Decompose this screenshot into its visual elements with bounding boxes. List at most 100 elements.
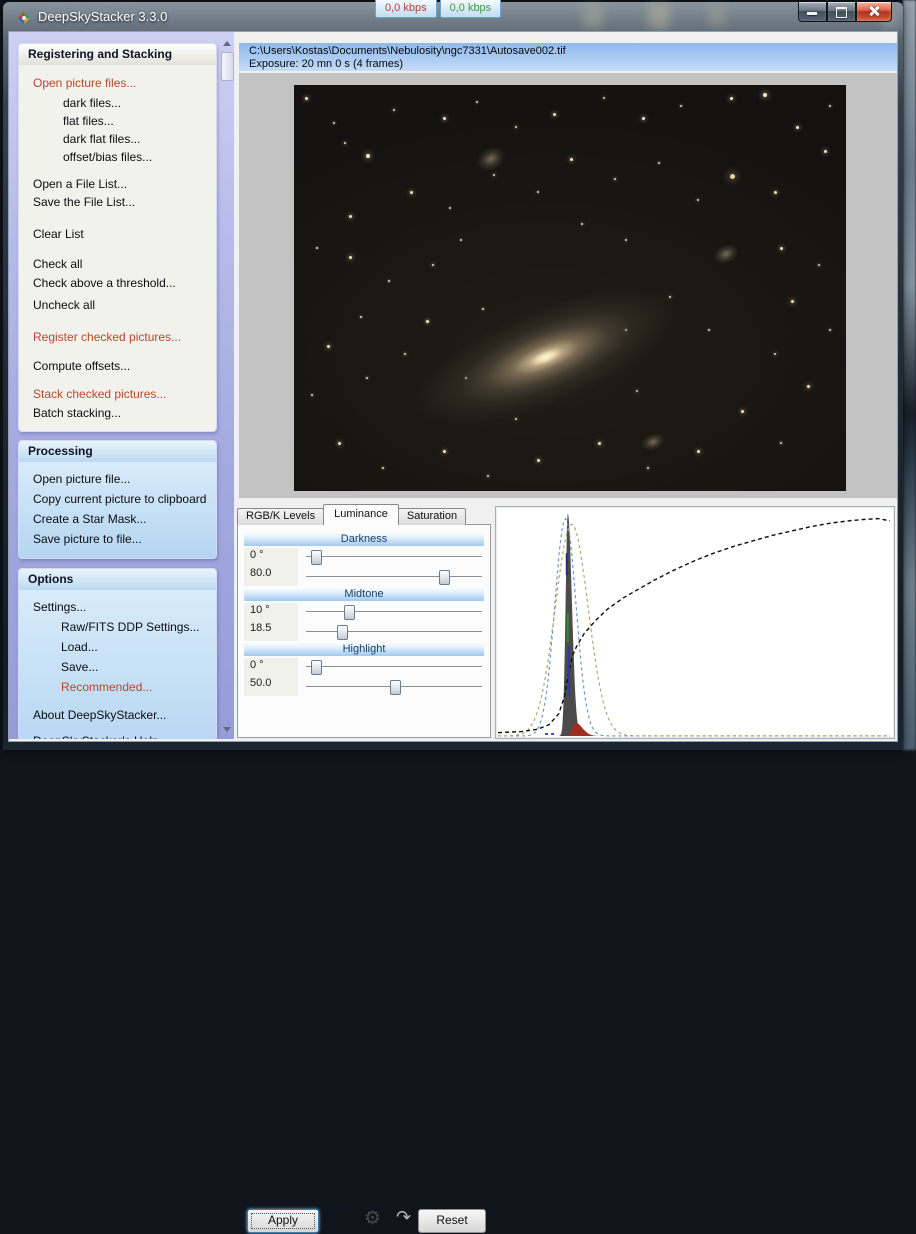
star <box>807 385 810 388</box>
section-body: Open picture files... dark files...flat f… <box>19 65 216 431</box>
sidebar-item[interactable]: Check above a threshold... <box>19 274 216 292</box>
redo-icon: ↷ <box>396 1207 411 1228</box>
level-value: 50.0 <box>250 677 271 689</box>
sidebar-item[interactable]: dark files... <box>19 94 216 112</box>
star <box>382 467 384 469</box>
maximize-button[interactable] <box>827 2 856 22</box>
slider-thumb[interactable] <box>439 570 450 585</box>
sidebar-item[interactable]: Recommended... <box>19 677 216 697</box>
sidebar-item[interactable]: Save... <box>19 657 216 677</box>
star <box>327 345 330 348</box>
star <box>625 239 627 241</box>
window-title: DeepSkyStacker 3.3.0 <box>38 9 167 24</box>
sidebar-item[interactable]: About DeepSkyStacker... <box>19 705 216 725</box>
star <box>487 475 489 477</box>
sidebar-item[interactable]: flat files... <box>19 112 216 130</box>
star <box>680 105 682 107</box>
scroll-down-icon[interactable] <box>223 727 231 732</box>
sidebar-item[interactable]: Stack checked pictures... <box>19 385 216 403</box>
process-gear-icon[interactable]: ⚙ <box>364 1207 381 1230</box>
minimize-button[interactable] <box>798 2 827 22</box>
sidebar-item[interactable]: Raw/FITS DDP Settings... <box>19 617 216 637</box>
star <box>581 223 583 225</box>
sidebar-item[interactable]: Register checked pictures... <box>19 328 216 346</box>
group-band: Midtone <box>244 587 484 601</box>
sidebar-item[interactable]: Save picture to file... <box>19 529 216 549</box>
tab-saturation[interactable]: Saturation <box>398 508 466 525</box>
file-info-bar: C:\Users\Kostas\Documents\Nebulosity\ngc… <box>239 43 897 71</box>
slider-group-highlight: Highlight 0 ° 50.0 <box>244 642 484 697</box>
angle-value: 10 ° <box>250 604 270 616</box>
sidebar-item[interactable]: dark flat files... <box>19 130 216 148</box>
slider-track[interactable] <box>306 680 482 694</box>
slider-track[interactable] <box>306 625 482 639</box>
star <box>393 109 395 111</box>
scroll-up-icon[interactable] <box>223 41 231 46</box>
close-button[interactable] <box>856 2 892 22</box>
level-value: 80.0 <box>250 567 271 579</box>
sidebar-item[interactable]: offset/bias files... <box>19 148 216 166</box>
star <box>443 450 446 453</box>
star <box>730 174 735 179</box>
desktop-edge <box>903 0 916 750</box>
sidebar-item[interactable]: Uncheck all <box>19 296 216 314</box>
star <box>829 329 831 331</box>
sidebar-item[interactable]: Compute offsets... <box>19 357 216 375</box>
sidebar-item[interactable]: Batch stacking... <box>19 404 216 422</box>
tab-luminance[interactable]: Luminance <box>323 504 399 525</box>
sidebar-item[interactable]: Save the File List... <box>19 193 216 211</box>
star <box>818 264 820 266</box>
undo-icon[interactable]: ↶ <box>333 1207 348 1228</box>
star <box>443 117 446 120</box>
star <box>829 105 831 107</box>
angle-value: 0 ° <box>250 549 264 561</box>
slider-thumb[interactable] <box>390 680 401 695</box>
apply-button[interactable]: Apply <box>247 1209 319 1233</box>
track-line <box>306 576 482 578</box>
astro-image[interactable] <box>294 85 846 491</box>
sidebar-item[interactable]: Settings... <box>19 597 216 617</box>
scrollbar-thumb[interactable] <box>221 52 234 81</box>
slider-track[interactable] <box>306 570 482 584</box>
angle-value: 0 ° <box>250 659 264 671</box>
sidebar-scrollbar[interactable] <box>220 35 233 736</box>
slider-thumb[interactable] <box>311 660 322 675</box>
slider-thumb[interactable] <box>344 605 355 620</box>
star <box>476 101 478 103</box>
levels-buttons-row: Apply ↶ ⚙ ↷ Reset <box>238 1208 490 1234</box>
tab-rgb-k-levels[interactable]: RGB/K Levels <box>237 508 324 525</box>
sidebar-item[interactable]: Open picture file... <box>19 469 216 489</box>
slider-thumb[interactable] <box>337 625 348 640</box>
star <box>460 239 462 241</box>
slider-track[interactable] <box>306 550 482 564</box>
star <box>636 390 638 392</box>
star <box>404 353 406 355</box>
star <box>697 450 700 453</box>
track-line <box>306 556 482 558</box>
sidebar-item[interactable]: Copy current picture to clipboard <box>19 489 216 509</box>
sidebar-item[interactable]: DeepSkyStacker's Help... <box>19 731 216 739</box>
glass-reflection <box>708 6 726 28</box>
star <box>570 158 573 161</box>
star <box>642 117 645 120</box>
sidebar-item[interactable]: Load... <box>19 637 216 657</box>
group-band: Highlight <box>244 642 484 656</box>
sidebar-item[interactable]: Open picture files... <box>19 74 216 92</box>
sidebar: Registering and Stacking Open picture fi… <box>9 32 234 739</box>
star <box>791 300 794 303</box>
slider-thumb[interactable] <box>311 550 322 565</box>
star <box>366 377 368 379</box>
reset-button[interactable]: Reset <box>418 1209 486 1233</box>
group-band: Darkness <box>244 532 484 546</box>
sidebar-item[interactable]: Open a File List... <box>19 175 216 193</box>
track-line <box>306 631 482 633</box>
sidebar-item[interactable]: Check all <box>19 255 216 273</box>
star <box>774 191 777 194</box>
slider-track[interactable] <box>306 605 482 619</box>
sidebar-item[interactable]: Create a Star Mask... <box>19 509 216 529</box>
slider-track[interactable] <box>306 660 482 674</box>
star <box>708 329 710 331</box>
image-viewer[interactable] <box>239 73 897 498</box>
sidebar-section-registering-stacking: Registering and Stacking Open picture fi… <box>18 43 217 432</box>
sidebar-item[interactable]: Clear List <box>19 225 216 243</box>
